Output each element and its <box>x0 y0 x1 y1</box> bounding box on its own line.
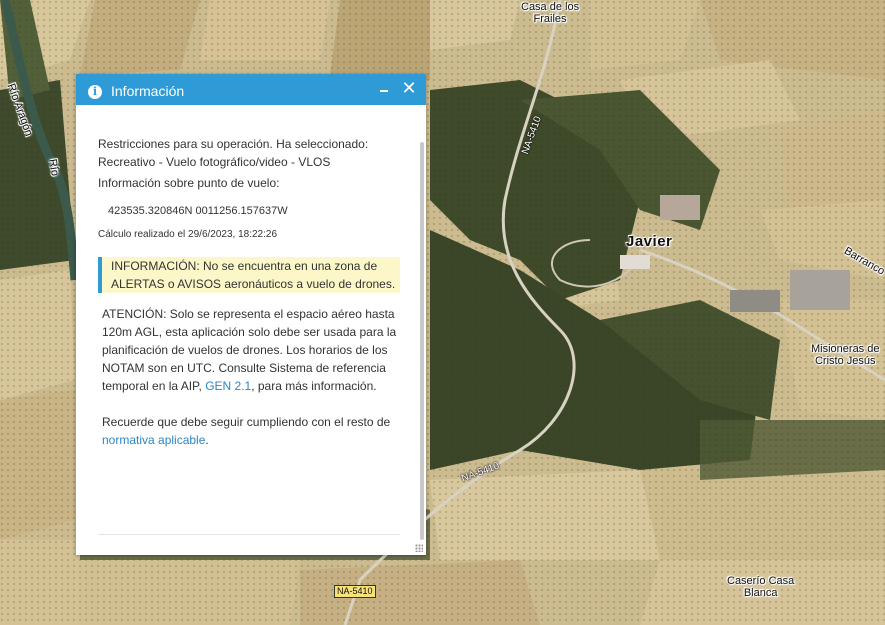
road-shield-na5410: NA-5410 <box>334 585 376 598</box>
panel-title: Información <box>111 83 185 99</box>
info-alert: INFORMACIÓN: No se encuentra en una zona… <box>98 257 400 293</box>
atencion-tail: , para más información. <box>251 379 377 393</box>
resize-grip-icon[interactable] <box>415 544 423 552</box>
atencion-text: ATENCIÓN: Solo se representa el espacio … <box>102 305 400 395</box>
info-panel: i Información ✕ Restricciones para su op… <box>76 74 426 555</box>
map-label-javier: Javier <box>626 233 673 250</box>
recuerde-text: Recuerde que debe seguir cumpliendo con … <box>102 413 400 449</box>
punto-vuelo-label: Información sobre punto de vuelo: <box>98 176 280 190</box>
normativa-link[interactable]: normativa aplicable <box>102 433 205 447</box>
map-label-casa-frailes: Casa de los Frailes <box>521 1 580 25</box>
map-label-misioneras: Misioneras de Cristo Jesús <box>811 343 880 367</box>
panel-body: Restricciones para su operación. Ha sele… <box>76 105 426 555</box>
minimize-button[interactable] <box>373 74 395 105</box>
recuerde-body: Recuerde que debe seguir cumpliendo con … <box>102 415 391 429</box>
panel-header[interactable]: i Información ✕ <box>76 74 426 105</box>
coordinates-value: 423535.320846N 0011256.157637W <box>108 205 288 217</box>
gen21-link[interactable]: GEN 2.1 <box>205 379 251 393</box>
panel-scrollbar[interactable] <box>420 142 424 540</box>
info-circle-icon: i <box>88 84 102 99</box>
recuerde-tail: . <box>205 433 209 447</box>
map-label-caserio: Caserío Casa Blanca <box>727 575 795 599</box>
restricciones-text: Restricciones para su operación. Ha sele… <box>98 137 369 169</box>
panel-divider <box>98 534 400 535</box>
minimize-icon <box>380 90 388 92</box>
close-button[interactable]: ✕ <box>398 74 420 105</box>
calculation-timestamp: Cálculo realizado el 29/6/2023, 18:22:26 <box>98 229 278 240</box>
panel-content: Restricciones para su operación. Ha sele… <box>76 105 426 449</box>
close-icon: ✕ <box>401 78 417 98</box>
